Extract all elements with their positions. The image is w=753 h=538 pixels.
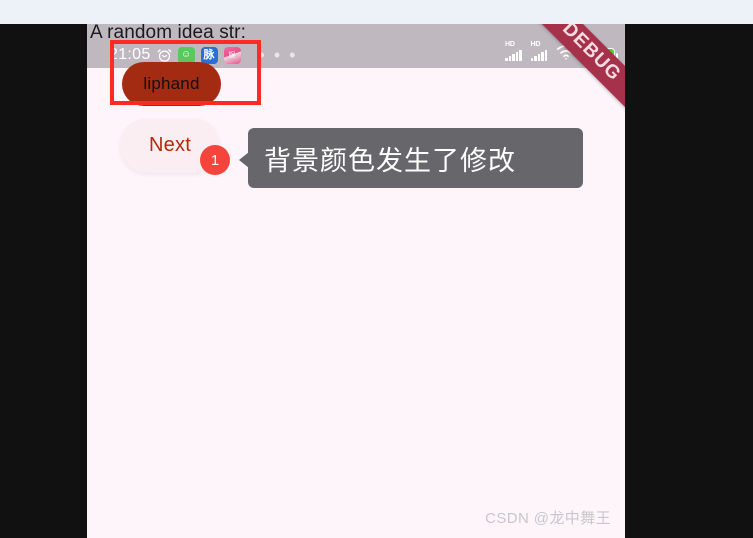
signal-bars-1 bbox=[505, 49, 522, 61]
tooltip-message: 背景颜色发生了修改 bbox=[264, 145, 516, 176]
liphand-label: liphand bbox=[143, 74, 200, 93]
page-title: A random idea str: bbox=[90, 24, 246, 43]
status-bar-overflow-icon[interactable]: • • • bbox=[259, 46, 298, 64]
green-app-icon[interactable]: ☺ bbox=[177, 46, 195, 64]
next-button-label: Next bbox=[149, 134, 191, 156]
signal-strength-icon-2: HD bbox=[530, 41, 547, 61]
liphand-pill[interactable]: liphand bbox=[122, 62, 221, 106]
phone-screen: A random idea str: 21:05 ☺ 脉 娱 • • • HD … bbox=[87, 24, 625, 538]
screenshot-root: A random idea str: 21:05 ☺ 脉 娱 • • • HD … bbox=[0, 0, 753, 538]
signal-strength-icon-1: HD bbox=[505, 41, 522, 61]
hd-label-1: HD bbox=[505, 40, 515, 48]
alarm-clock-icon bbox=[157, 48, 172, 63]
tooltip-bubble: 背景颜色发生了修改 bbox=[239, 128, 583, 188]
window-top-strip bbox=[0, 0, 753, 24]
pink-app-icon[interactable]: 娱 bbox=[223, 46, 241, 64]
signal-bars-2 bbox=[530, 49, 547, 61]
status-bar-left-group: 21:05 ☺ 脉 娱 • • • bbox=[109, 46, 297, 64]
hd-label-2: HD bbox=[530, 40, 541, 48]
next-button-badge: 1 bbox=[200, 145, 230, 175]
maimai-app-icon[interactable]: 脉 bbox=[200, 46, 218, 64]
watermark: CSDN @龙中舞王 bbox=[485, 510, 611, 527]
